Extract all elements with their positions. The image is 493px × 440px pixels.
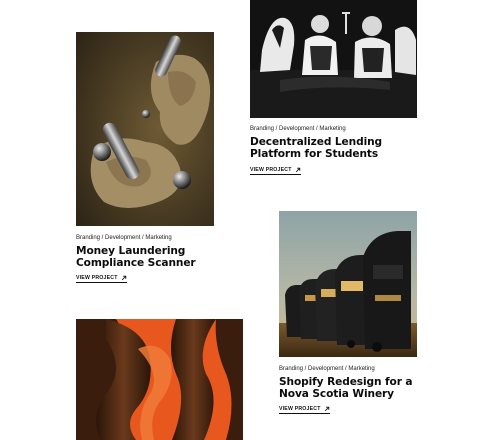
project-title-line: Money Laundering [76,245,186,257]
arrow-up-right-icon [295,167,301,173]
view-project-link[interactable]: VIEW PROJECT [279,406,330,414]
project-image-winery[interactable] [279,211,417,357]
project-title-line: Decentralized Lending [250,136,383,148]
project-title-line: Compliance Scanner [76,257,196,269]
project-tags: Branding / Development / Marketing [250,126,346,132]
project-image-abstract[interactable] [76,319,243,440]
view-project-label: VIEW PROJECT [279,406,321,412]
project-title-line: Platform for Students [250,148,379,160]
project-title[interactable]: Money Laundering Compliance Scanner [76,245,196,269]
arrow-up-right-icon [121,275,127,281]
view-project-label: VIEW PROJECT [250,167,292,173]
view-project-link[interactable]: VIEW PROJECT [250,167,301,175]
project-tags: Branding / Development / Marketing [76,235,172,241]
project-image-laundering[interactable] [76,32,214,226]
view-project-link[interactable]: VIEW PROJECT [76,275,127,283]
project-image-lending[interactable] [250,0,417,118]
project-tags: Branding / Development / Marketing [279,366,375,372]
project-title-line: Nova Scotia Winery [279,388,394,400]
view-project-label: VIEW PROJECT [76,275,118,281]
arrow-up-right-icon [324,406,330,412]
project-title[interactable]: Decentralized Lending Platform for Stude… [250,136,382,160]
project-title-line: Shopify Redesign for a [279,376,413,388]
project-title[interactable]: Shopify Redesign for a Nova Scotia Winer… [279,376,413,400]
